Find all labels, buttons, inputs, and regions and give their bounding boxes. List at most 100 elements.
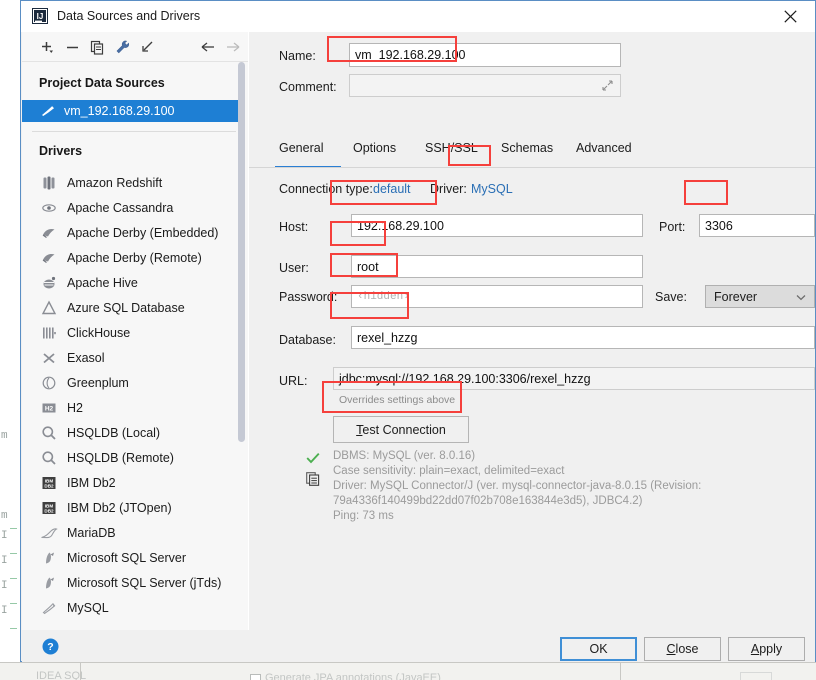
db2-icon: IBM DB2 bbox=[39, 474, 59, 492]
copy-icon[interactable] bbox=[88, 38, 106, 56]
ok-button-label: OK bbox=[589, 642, 608, 656]
sidebar-item-label: Amazon Redshift bbox=[67, 175, 163, 190]
sidebar-item-label: Apache Derby (Remote) bbox=[67, 250, 202, 265]
properties-wrench-icon[interactable] bbox=[113, 38, 131, 56]
tab-options[interactable]: Options bbox=[353, 141, 396, 165]
save-select[interactable]: Forever bbox=[705, 285, 815, 308]
mysql-icon bbox=[39, 103, 57, 119]
sidebar-item-h2[interactable]: H2 H2 bbox=[22, 395, 241, 420]
port-input[interactable]: 3306 bbox=[699, 214, 815, 237]
copy-icon[interactable] bbox=[306, 472, 320, 489]
sidebar-item-label: HSQLDB (Local) bbox=[67, 425, 161, 440]
sidebar-item-label: Greenplum bbox=[67, 375, 129, 390]
sidebar-item-mysql[interactable]: MySQL bbox=[22, 595, 241, 620]
database-input[interactable]: rexel_hzzg bbox=[351, 326, 815, 349]
sidebar-item-label: Microsoft SQL Server bbox=[67, 550, 187, 565]
sidebar-item-label: Apache Cassandra bbox=[67, 200, 174, 215]
sidebar-item-apache-hive[interactable]: Apache Hive bbox=[22, 270, 241, 295]
test-connection-button[interactable]: Test Connection bbox=[333, 416, 469, 443]
password-input[interactable]: ‹hidden› bbox=[351, 285, 643, 308]
sidebar-item-label: IBM Db2 bbox=[67, 475, 116, 490]
comment-label: Comment: bbox=[279, 80, 337, 94]
url-input[interactable]: jdbc:mysql://192.168.29.100:3306/rexel_h… bbox=[333, 367, 815, 390]
sidebar-item-amazon-redshift[interactable]: Amazon Redshift bbox=[22, 170, 241, 195]
mssql-icon bbox=[39, 549, 59, 567]
sidebar-item-label: HSQLDB (Remote) bbox=[67, 450, 174, 465]
expand-comment-icon[interactable] bbox=[602, 80, 614, 92]
result-line-ping: Ping: 73 ms bbox=[333, 510, 394, 522]
sidebar-item-label: vm_192.168.29.100 bbox=[64, 104, 175, 118]
result-line-revision: 79a4336f140499bd22dd07f02b708e163844e3d5… bbox=[333, 495, 643, 507]
dialog-title: Data Sources and Drivers bbox=[57, 9, 201, 23]
back-arrow-icon[interactable] bbox=[199, 38, 217, 56]
success-check-icon bbox=[306, 452, 320, 467]
sidebar-item-microsoft-sql-server[interactable]: Microsoft SQL Server bbox=[22, 545, 241, 570]
greenplum-icon bbox=[39, 374, 59, 392]
sidebar-toolbar bbox=[22, 32, 248, 62]
tab-general[interactable]: General bbox=[279, 141, 323, 165]
derby-icon bbox=[39, 224, 59, 242]
host-input[interactable]: 192.168.29.100 bbox=[351, 214, 643, 237]
save-select-value: Forever bbox=[714, 289, 758, 304]
sidebar: Project Data Sources vm_192.168.29.100 D… bbox=[22, 32, 249, 630]
import-icon[interactable] bbox=[138, 38, 156, 56]
add-icon[interactable] bbox=[38, 38, 56, 56]
sidebar-item-clickhouse[interactable]: ClickHouse bbox=[22, 320, 241, 345]
user-input[interactable]: root bbox=[351, 255, 643, 278]
azure-icon bbox=[39, 299, 59, 317]
exasol-icon bbox=[39, 349, 59, 367]
hive-icon bbox=[39, 274, 59, 292]
sidebar-item-label: Apache Derby (Embedded) bbox=[67, 225, 219, 240]
sidebar-item-azure-sql-database[interactable]: Azure SQL Database bbox=[22, 295, 241, 320]
password-placeholder: ‹hidden› bbox=[357, 290, 410, 303]
sidebar-item-label: MariaDB bbox=[67, 525, 116, 540]
remove-icon[interactable] bbox=[63, 38, 81, 56]
tab-schemas[interactable]: Schemas bbox=[501, 141, 553, 165]
mariadb-icon bbox=[39, 524, 59, 542]
sidebar-item-ibm-db2[interactable]: IBM DB2 IBM Db2 bbox=[22, 470, 241, 495]
sidebar-item-apache-derby-remote[interactable]: Apache Derby (Remote) bbox=[22, 245, 241, 270]
hsqldb-icon bbox=[39, 449, 59, 467]
sidebar-item-exasol[interactable]: Exasol bbox=[22, 345, 241, 370]
sidebar-item-greenplum[interactable]: Greenplum bbox=[22, 370, 241, 395]
sidebar-item-label: H2 bbox=[67, 400, 83, 415]
connection-type-value[interactable]: default bbox=[373, 182, 411, 196]
ok-button[interactable]: OK bbox=[560, 637, 637, 661]
help-icon[interactable]: ? bbox=[42, 638, 59, 655]
svg-text:H2: H2 bbox=[45, 405, 54, 412]
dialog-titlebar: IJ Data Sources and Drivers bbox=[21, 1, 815, 32]
sidebar-item-apache-cassandra[interactable]: Apache Cassandra bbox=[22, 195, 241, 220]
comment-input[interactable] bbox=[349, 74, 621, 97]
svg-text:IJ: IJ bbox=[37, 12, 44, 21]
sidebar-item-vm-192-168-29-100[interactable]: vm_192.168.29.100 bbox=[22, 100, 241, 122]
close-button[interactable]: Close bbox=[644, 637, 721, 661]
url-label: URL: bbox=[279, 374, 308, 388]
password-label: Password: bbox=[279, 290, 338, 304]
sidebar-scrollbar[interactable] bbox=[238, 62, 245, 442]
clickhouse-icon bbox=[39, 324, 59, 342]
sidebar-item-hsqldb-remote[interactable]: HSQLDB (Remote) bbox=[22, 445, 241, 470]
sidebar-item-apache-derby-embedded[interactable]: Apache Derby (Embedded) bbox=[22, 220, 241, 245]
mssql-icon bbox=[39, 574, 59, 592]
sidebar-item-label: Apache Hive bbox=[67, 275, 138, 290]
db2-icon: IBM DB2 bbox=[39, 499, 59, 517]
driver-value-link[interactable]: MySQL bbox=[471, 182, 513, 196]
name-input[interactable]: vm_192.168.29.100 bbox=[349, 43, 621, 67]
sidebar-item-ibm-db2-jtopen[interactable]: IBM DB2 IBM Db2 (JTOpen) bbox=[22, 495, 241, 520]
sidebar-item-hsqldb-local[interactable]: HSQLDB (Local) bbox=[22, 420, 241, 445]
close-icon[interactable] bbox=[769, 3, 811, 30]
sidebar-item-microsoft-sql-server-jtds[interactable]: Microsoft SQL Server (jTds) bbox=[22, 570, 241, 595]
sidebar-item-mariadb[interactable]: MariaDB bbox=[22, 520, 241, 545]
tab-advanced[interactable]: Advanced bbox=[576, 141, 632, 165]
sidebar-scroll-area: Project Data Sources vm_192.168.29.100 D… bbox=[22, 62, 248, 630]
save-label: Save: bbox=[655, 290, 687, 304]
apply-button[interactable]: Apply bbox=[728, 637, 805, 661]
tab-ssh-ssl[interactable]: SSH/SSL bbox=[425, 141, 478, 165]
cassandra-icon bbox=[39, 199, 59, 217]
project-data-sources-header: Project Data Sources bbox=[39, 76, 165, 90]
mysql-icon bbox=[39, 599, 59, 617]
url-hint: Overrides settings above bbox=[339, 394, 456, 406]
svg-text:?: ? bbox=[47, 641, 53, 653]
driver-label: Driver: bbox=[430, 182, 467, 196]
intellij-idea-icon: IJ bbox=[32, 8, 48, 24]
